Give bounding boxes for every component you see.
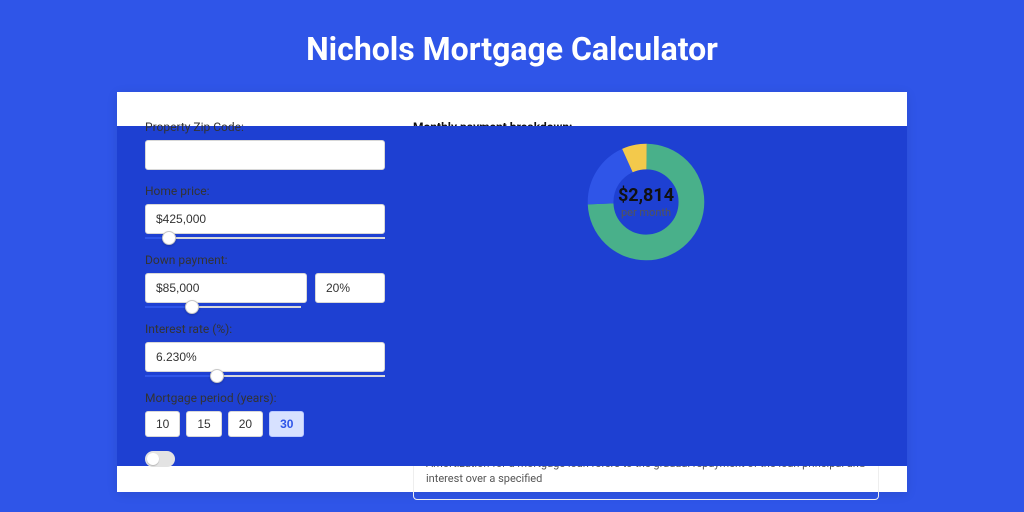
down-payment-label: Down payment: (145, 253, 385, 267)
zip-label: Property Zip Code: (145, 120, 385, 134)
home-price-field: Home price: (145, 184, 385, 239)
interest-input[interactable] (145, 342, 385, 372)
zip-input[interactable] (145, 140, 385, 170)
interest-field: Interest rate (%): (145, 322, 385, 377)
down-payment-pct-input[interactable] (315, 273, 385, 303)
interest-slider[interactable] (145, 375, 385, 377)
slider-thumb[interactable] (210, 369, 224, 383)
donut-amount: $2,814 (618, 185, 674, 206)
home-price-slider[interactable] (145, 237, 385, 239)
home-price-label: Home price: (145, 184, 385, 198)
period-btn-20[interactable]: 20 (228, 411, 263, 437)
zip-field: Property Zip Code: (145, 120, 385, 170)
donut-sub: per month (621, 206, 671, 219)
down-payment-input[interactable] (145, 273, 307, 303)
toggle-knob (147, 453, 159, 465)
slider-thumb[interactable] (185, 300, 199, 314)
period-field: Mortgage period (years): 10 15 20 30 (145, 391, 385, 437)
slider-thumb[interactable] (162, 231, 176, 245)
home-price-input[interactable] (145, 204, 385, 234)
page-title: Nichols Mortgage Calculator (0, 0, 1024, 92)
period-btn-10[interactable]: 10 (145, 411, 180, 437)
period-buttons: 10 15 20 30 (145, 411, 385, 437)
period-label: Mortgage period (years): (145, 391, 385, 405)
donut-chart: $2,814 per month (586, 142, 706, 262)
interest-label: Interest rate (%): (145, 322, 385, 336)
veteran-toggle[interactable] (145, 451, 175, 467)
donut-center: $2,814 per month (586, 142, 706, 262)
down-payment-slider[interactable] (145, 306, 301, 308)
period-btn-30[interactable]: 30 (269, 411, 304, 437)
down-payment-field: Down payment: (145, 253, 385, 308)
period-btn-15[interactable]: 15 (186, 411, 221, 437)
